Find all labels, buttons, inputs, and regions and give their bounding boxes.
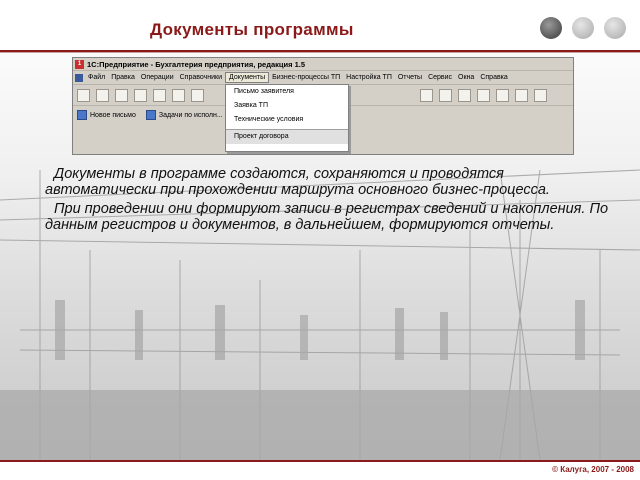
print-icon[interactable] [420,88,433,102]
dropdown-item-draft-contract[interactable]: Проект договора [226,129,348,144]
app-menubar: Файл Правка Операции Справочники Докумен… [73,71,573,85]
menu-catalogs[interactable]: Справочники [177,73,225,82]
dropdown-item-technical-conditions[interactable]: Технические условия [226,113,348,127]
page-title: Документы программы [150,20,354,39]
open-icon[interactable] [96,88,109,102]
menu-file[interactable]: Файл [85,73,108,82]
new-letter-button[interactable]: Новое письмо [77,110,136,120]
menu-edit[interactable]: Правка [108,73,138,82]
app-screenshot: 1 1С:Предприятие - Бухгалтерия предприят… [72,57,574,155]
calendar-icon[interactable] [477,88,490,102]
body-paragraph: При проведении они формируют записи в ре… [45,201,609,233]
app-title-bar: 1 1С:Предприятие - Бухгалтерия предприят… [73,58,573,71]
app-menu-icon [75,73,83,82]
menu-business-processes[interactable]: Бизнес-процессы ТП [269,73,343,82]
tasks-label: Задачи по исполн... [158,111,223,119]
header-divider-shadow [0,52,640,53]
menu-operations[interactable]: Операции [138,73,177,82]
tasks-button[interactable]: Задачи по исполн... [145,110,223,120]
new-document-icon[interactable] [77,88,90,102]
decorative-circle-light [604,17,626,39]
save-icon[interactable] [115,88,128,102]
new-letter-label: Новое письмо [90,111,136,119]
dropdown-item-applicant-letter[interactable]: Письмо заявителя [226,85,348,99]
app-window-title: 1С:Предприятие - Бухгалтерия предприятия… [87,59,306,69]
decorative-circle-dark [540,17,562,39]
menu-windows[interactable]: Окна [455,73,477,82]
menu-settings[interactable]: Настройка ТП [343,73,395,82]
tasks-icon [145,110,156,120]
menu-documents[interactable]: Документы [225,72,270,83]
undo-icon[interactable] [191,88,204,102]
preview-icon[interactable] [439,88,452,102]
copy-icon[interactable] [153,88,166,102]
menu-help[interactable]: Справка [477,73,510,82]
cut-icon[interactable] [134,88,147,102]
footer-divider [0,460,640,462]
search-icon[interactable] [496,88,509,102]
dropdown-item-tp-request[interactable]: Заявка ТП [226,99,348,113]
calculator-icon[interactable] [458,88,471,102]
help-icon[interactable] [515,88,528,102]
paste-icon[interactable] [172,88,185,102]
slide-body: Документы в программе создаются, сохраня… [45,166,615,236]
letter-icon [77,110,87,120]
menu-reports[interactable]: Отчеты [395,73,425,82]
menu-service[interactable]: Сервис [425,73,455,82]
app-logo-icon: 1 [75,59,84,69]
copyright-footer: © Калуга, 2007 - 2008 [552,465,634,474]
body-paragraph: Документы в программе создаются, сохраня… [45,166,550,198]
tools-icon[interactable] [534,88,547,102]
slide-header: Документы программы [0,0,640,52]
documents-dropdown-menu: Письмо заявителя Заявка ТП Технические у… [225,84,349,152]
decorative-circle-light [572,17,594,39]
